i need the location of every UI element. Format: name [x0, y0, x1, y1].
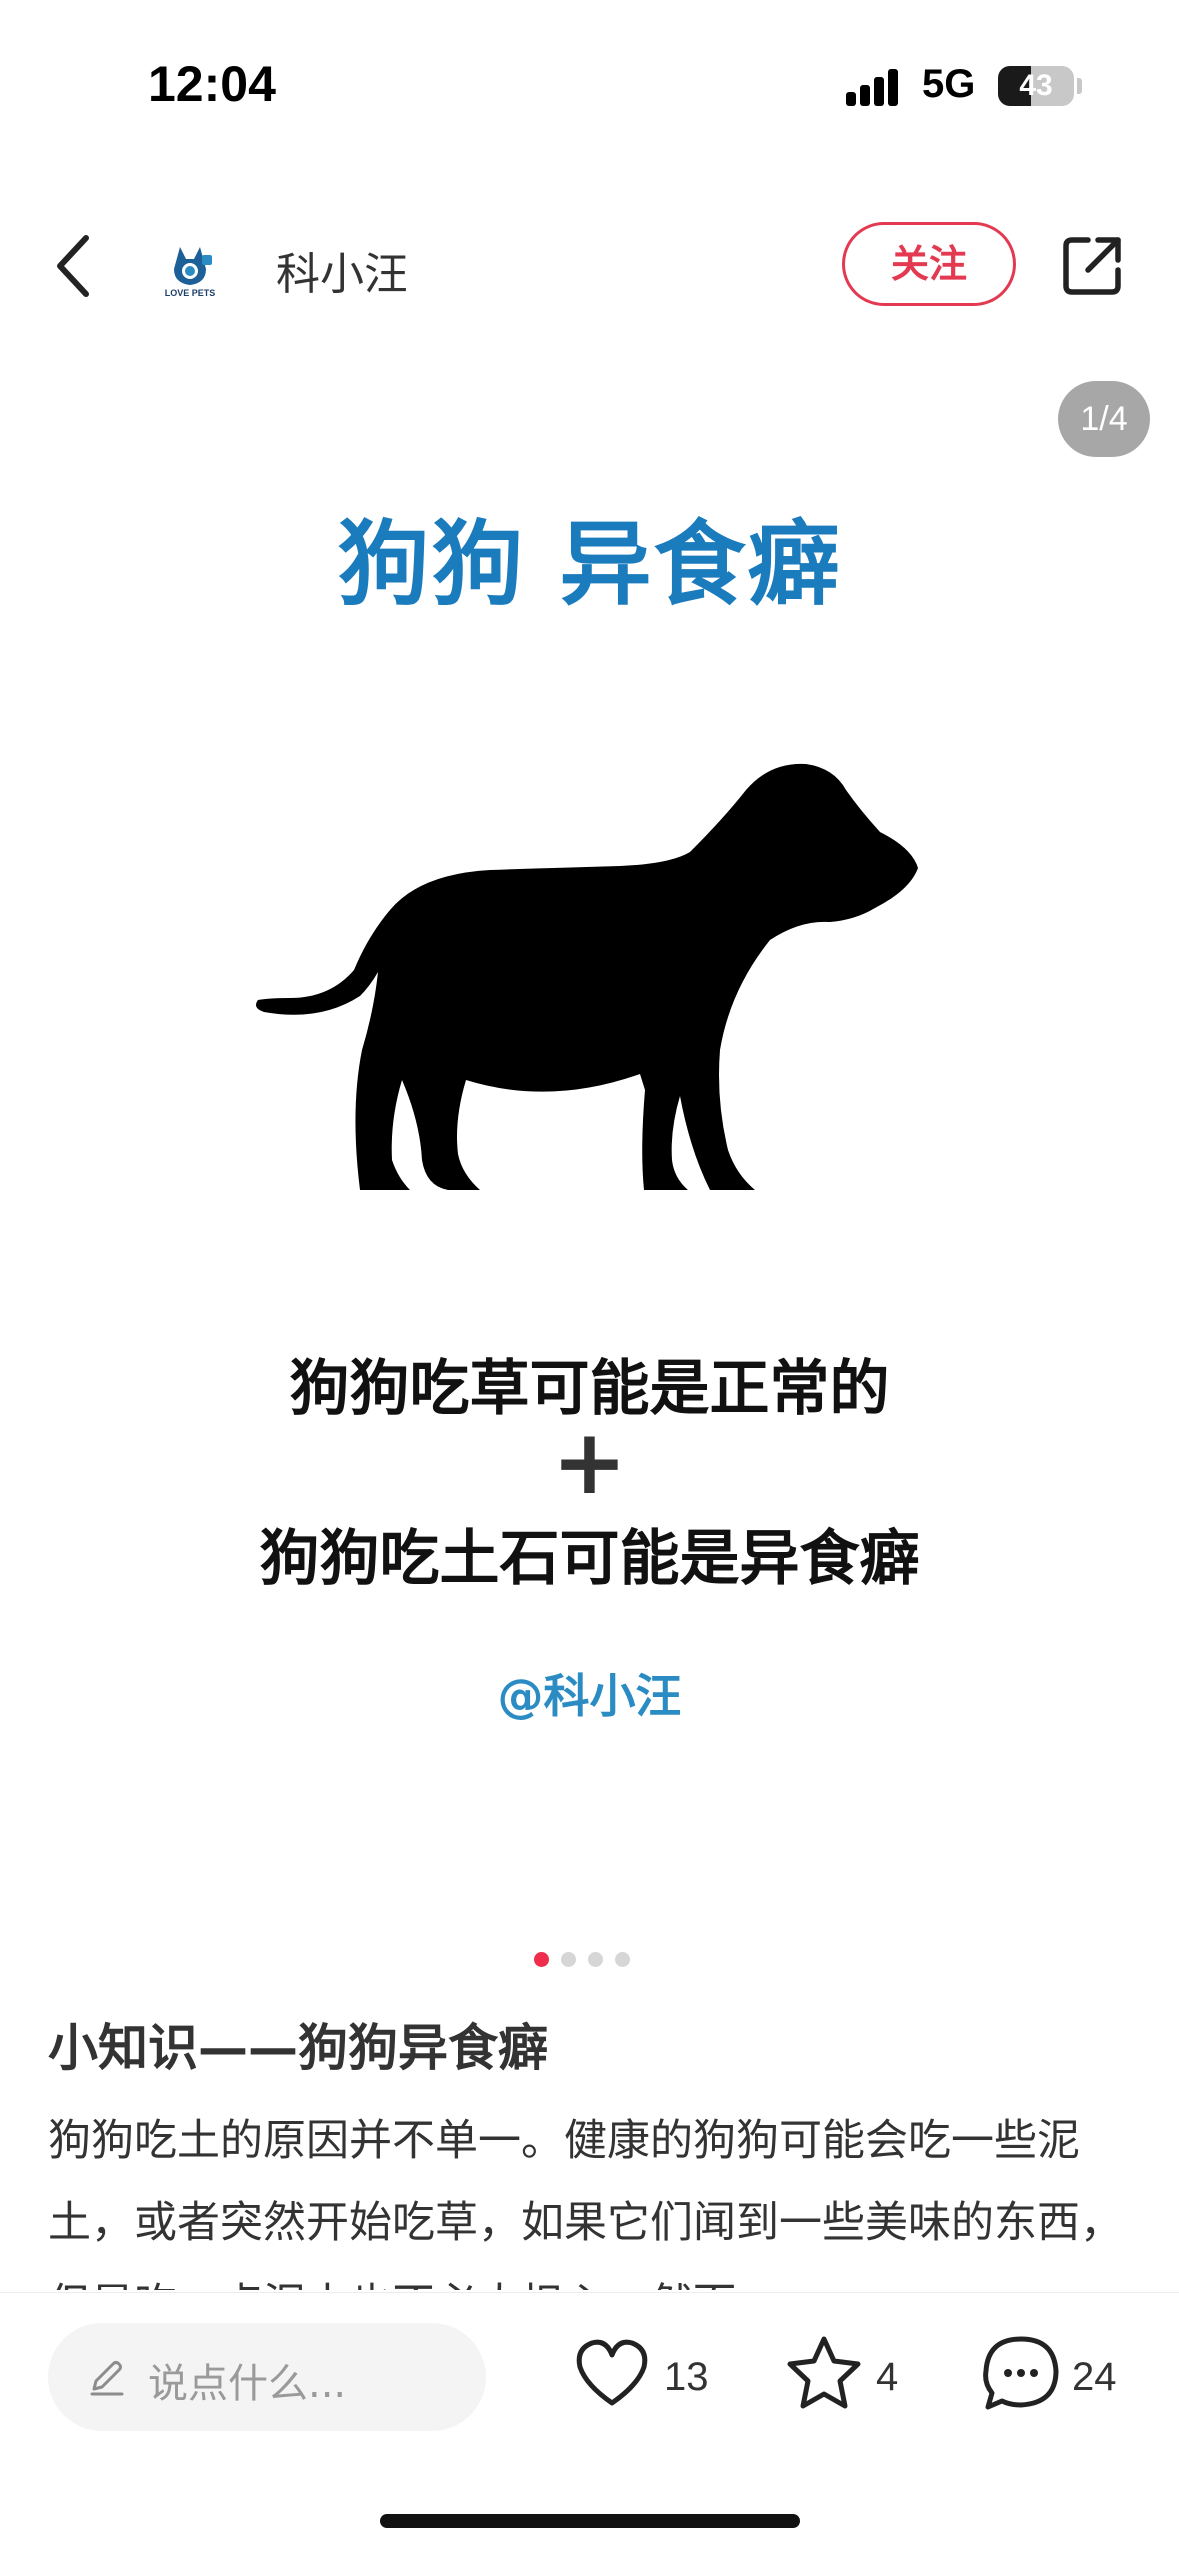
battery-icon: 43 — [998, 66, 1074, 106]
home-indicator[interactable] — [380, 2514, 800, 2528]
page-counter: 1/4 — [1058, 381, 1150, 457]
battery-percent: 43 — [1019, 69, 1053, 102]
image-plus-sign: + — [551, 1410, 628, 1515]
dog-silhouette-icon — [256, 763, 918, 1190]
like-button[interactable]: 13 — [572, 2333, 722, 2423]
follow-button[interactable]: 关注 — [842, 222, 1016, 306]
svg-text:LOVE PETS: LOVE PETS — [165, 288, 216, 298]
comment-count: 24 — [1072, 2355, 1117, 2399]
status-time: 12:04 — [148, 56, 276, 112]
avatar[interactable]: LOVE PETS — [150, 225, 230, 305]
post-title: 小知识——狗狗异食癖 — [48, 2019, 548, 2077]
signal-icon — [846, 69, 898, 106]
post-body[interactable]: 狗狗吃土的原因并不单一。健康的狗狗可能会吃一些泥土，或者突然开始吃草，如果它们闻… — [48, 2100, 1138, 2290]
status-bar: 12:04 5G 43 — [0, 0, 1179, 150]
back-button[interactable] — [44, 228, 104, 304]
favorite-button[interactable]: 4 — [784, 2333, 904, 2423]
pencil-icon — [90, 2361, 124, 2396]
comment-placeholder: 说点什么... — [148, 2361, 347, 2407]
image-title: 狗狗 异食癖 — [337, 511, 842, 618]
share-external-icon[interactable] — [1058, 232, 1126, 300]
star-icon — [787, 2336, 861, 2409]
comment-bubble-icon — [983, 2336, 1059, 2410]
carousel-dot — [615, 1952, 630, 1967]
carousel-dot — [588, 1952, 603, 1967]
comment-input[interactable]: 说点什么... — [48, 2323, 486, 2431]
battery-cap — [1077, 78, 1082, 94]
network-label: 5G — [922, 62, 976, 106]
image-caption-line2: 狗狗吃土石可能是异食癖 — [259, 1524, 920, 1594]
image-watermark-handle: @科小汪 — [497, 1669, 682, 1723]
avatar-logo-icon: LOVE PETS — [165, 247, 216, 298]
favorite-count: 4 — [876, 2355, 899, 2399]
heart-icon — [576, 2339, 648, 2406]
carousel-dot — [561, 1952, 576, 1967]
carousel-dot — [534, 1952, 549, 1967]
like-count: 13 — [664, 2355, 709, 2399]
comment-button[interactable]: 24 — [980, 2333, 1150, 2423]
author-name[interactable]: 科小汪 — [276, 238, 408, 302]
carousel-pagination — [534, 1952, 630, 1968]
post-header: LOVE PETS 科小汪 关注 — [0, 200, 1179, 330]
